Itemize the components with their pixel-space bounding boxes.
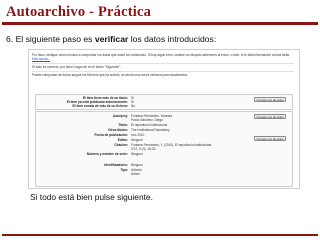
metadata-row: Título: El repositorio institucional bbox=[118, 123, 168, 127]
more-help-link[interactable]: Más ayuda... bbox=[32, 57, 50, 61]
metadata-row: Otros títulos: The Institutional Reposito… bbox=[107, 128, 170, 132]
step-number: 6. bbox=[6, 34, 14, 44]
correct-metadata-button[interactable]: Corregir uno de estos bbox=[254, 114, 286, 119]
summary-row: El ítem consta de más de un fichero: No bbox=[72, 104, 136, 108]
slide-title: Autoarchivo - Práctica bbox=[6, 4, 152, 20]
intro-divider bbox=[32, 70, 294, 72]
verification-intro: Por favor, dedique unos minutos a compro… bbox=[32, 53, 294, 78]
intro-divider bbox=[32, 62, 294, 64]
intro-paragraph-files: Puede comprobar de forma segura los fich… bbox=[32, 73, 188, 77]
describe-questions-box: El ítem tiene más de un título: Sí El íte… bbox=[35, 94, 293, 110]
bottom-divider bbox=[2, 234, 318, 236]
correct-questions-button[interactable]: Corregir uno de estos bbox=[254, 97, 286, 102]
metadata-row: Número y nombre de serie: Ninguno bbox=[86, 152, 143, 156]
metadata-row: Article bbox=[131, 172, 140, 176]
intro-paragraph-review: Por favor, dedique unos minutos a compro… bbox=[32, 53, 290, 61]
step-text-before: El siguiente paso es bbox=[15, 34, 95, 44]
step-text-after: los datos introducidos: bbox=[128, 34, 217, 44]
verification-screenshot: Por favor, dedique unos minutos a compro… bbox=[28, 49, 300, 189]
title-divider bbox=[2, 22, 318, 25]
metadata-row: XYZ, 5 (3), 18-32. bbox=[131, 147, 157, 151]
intro-paragraph-next: Si todo es correcto, por favor, haga cli… bbox=[32, 65, 122, 69]
step-emphasis: verificar bbox=[94, 34, 129, 44]
metadata-summary-box: Autor(es): Fontana Fernández, Yolanda Par… bbox=[35, 111, 293, 187]
metadata-row: Identificadores: Ninguno bbox=[104, 163, 143, 167]
step-instruction: 6. El siguiente paso es verificar los da… bbox=[6, 34, 216, 44]
footer-instruction: Si todo está bien pulse siguiente. bbox=[30, 192, 153, 202]
correct-metadata-button-2[interactable]: Corregir uno de estos bbox=[254, 136, 286, 141]
